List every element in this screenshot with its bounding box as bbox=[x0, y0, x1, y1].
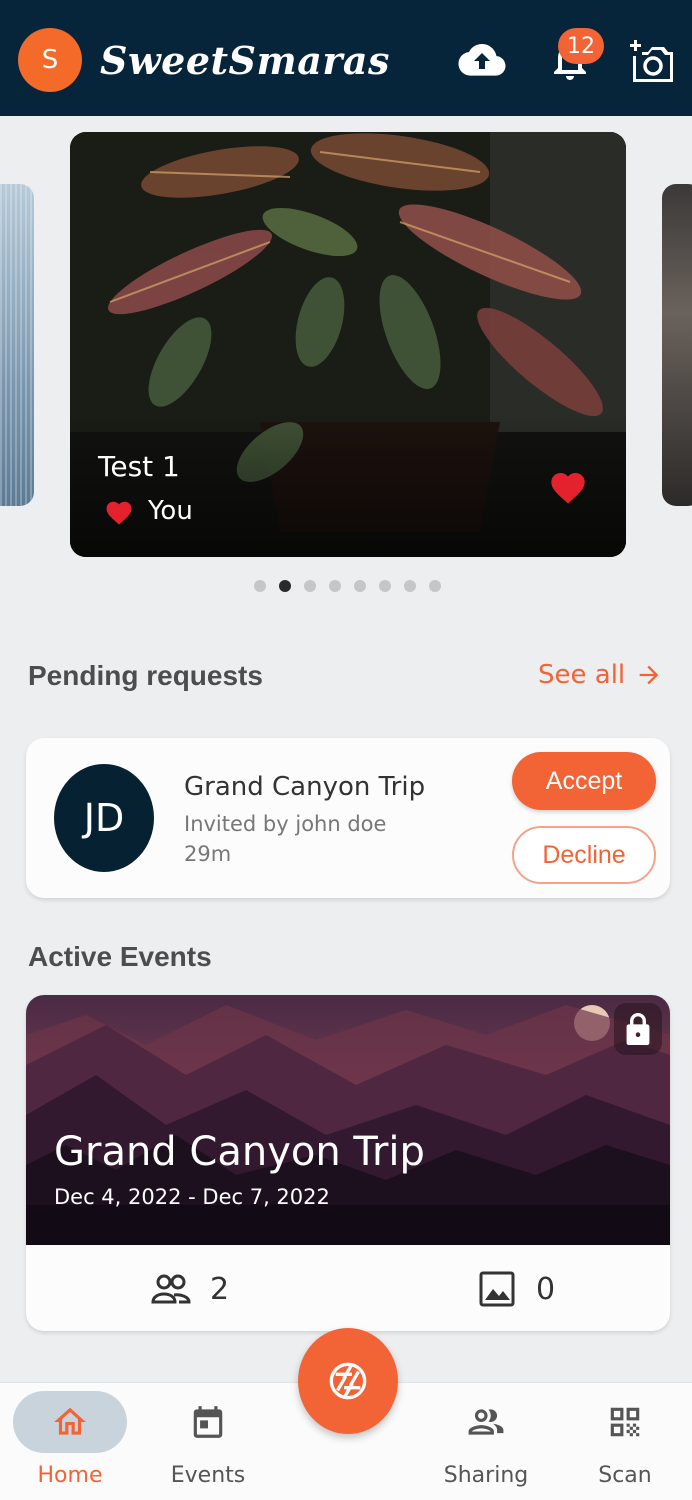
nav-sharing[interactable]: Sharing bbox=[421, 1383, 551, 1500]
event-stats: 2 0 bbox=[26, 1245, 670, 1331]
notification-badge: 12 bbox=[558, 28, 604, 64]
carousel-dot[interactable] bbox=[254, 580, 266, 592]
carousel-dot[interactable] bbox=[354, 580, 366, 592]
user-avatar[interactable]: S bbox=[18, 28, 82, 92]
featured-photo-card[interactable]: Test 1 You bbox=[70, 132, 626, 557]
image-icon bbox=[479, 1271, 515, 1307]
accept-button[interactable]: Accept bbox=[512, 752, 656, 810]
carousel-dot[interactable] bbox=[329, 580, 341, 592]
calendar-icon bbox=[193, 1406, 223, 1438]
nav-events[interactable]: Events bbox=[143, 1383, 273, 1500]
camera-shutter-icon bbox=[329, 1362, 367, 1400]
cloud-upload-icon[interactable] bbox=[458, 36, 506, 84]
photos-value: 0 bbox=[536, 1271, 556, 1307]
add-photo-icon[interactable] bbox=[628, 38, 676, 86]
app-logo: SweetSmaras bbox=[100, 38, 390, 83]
carousel-next-card[interactable] bbox=[662, 184, 692, 506]
see-all-link[interactable]: See all bbox=[538, 660, 663, 690]
carousel-dot[interactable] bbox=[429, 580, 441, 592]
event-dates: Dec 4, 2022 - Dec 7, 2022 bbox=[54, 1185, 330, 1209]
photo-title: Test 1 bbox=[98, 450, 180, 483]
members-count: 2 bbox=[150, 1269, 229, 1309]
inviter-avatar: JD bbox=[54, 764, 154, 872]
nav-sharing-label: Sharing bbox=[443, 1463, 529, 1488]
people-icon bbox=[151, 1274, 191, 1304]
carousel-dot[interactable] bbox=[279, 580, 291, 592]
qr-code-icon bbox=[610, 1407, 640, 1437]
camera-fab-button[interactable] bbox=[298, 1328, 398, 1434]
active-events-heading: Active Events bbox=[28, 941, 212, 972]
request-time: 29m bbox=[184, 842, 232, 866]
carousel-dot[interactable] bbox=[304, 580, 316, 592]
event-card[interactable]: Grand Canyon Trip Dec 4, 2022 - Dec 7, 2… bbox=[26, 995, 670, 1331]
lock-button[interactable] bbox=[614, 1003, 662, 1055]
nav-scan[interactable]: Scan bbox=[560, 1383, 690, 1500]
members-value: 2 bbox=[210, 1271, 230, 1307]
plant-photo bbox=[70, 132, 626, 557]
group-icon bbox=[468, 1409, 504, 1435]
heart-icon bbox=[106, 501, 132, 525]
nav-scan-label: Scan bbox=[598, 1463, 652, 1488]
pending-requests-heading: Pending requests bbox=[28, 660, 263, 691]
app-header: S SweetSmaras 12 bbox=[0, 0, 692, 116]
nav-home[interactable]: Home bbox=[5, 1383, 135, 1500]
photo-owner: You bbox=[148, 496, 193, 526]
home-icon bbox=[54, 1407, 86, 1435]
nav-events-label: Events bbox=[170, 1463, 246, 1488]
carousel-prev-card[interactable] bbox=[0, 184, 34, 506]
see-all-label: See all bbox=[538, 660, 626, 690]
request-inviter: Invited by john doe bbox=[184, 812, 387, 836]
carousel-pagination bbox=[254, 580, 441, 592]
photos-count: 0 bbox=[476, 1269, 555, 1309]
nav-home-label: Home bbox=[37, 1463, 103, 1488]
carousel-dot[interactable] bbox=[404, 580, 416, 592]
event-title: Grand Canyon Trip bbox=[54, 1129, 425, 1175]
like-heart-icon[interactable] bbox=[548, 468, 588, 508]
lock-icon bbox=[626, 1013, 650, 1045]
arrow-right-icon bbox=[639, 665, 659, 685]
carousel-dot[interactable] bbox=[379, 580, 391, 592]
request-event-name: Grand Canyon Trip bbox=[184, 772, 426, 802]
pending-request-card[interactable]: JD Grand Canyon Trip Invited by john doe… bbox=[26, 738, 670, 898]
decline-button[interactable]: Decline bbox=[512, 826, 656, 884]
